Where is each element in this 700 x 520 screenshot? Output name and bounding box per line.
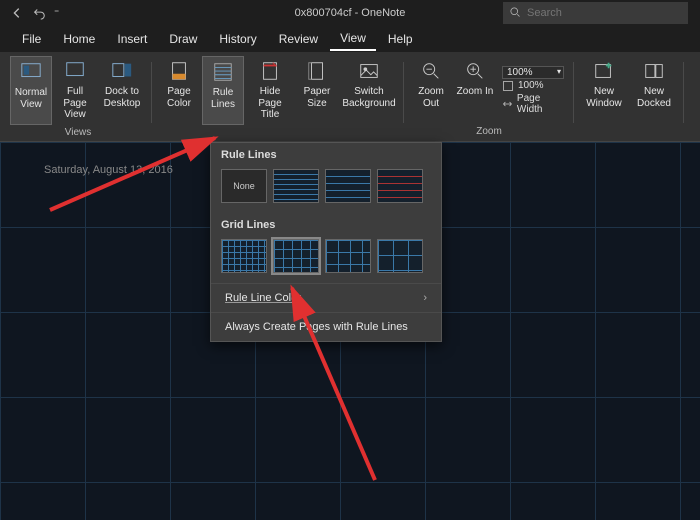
zoom-in-label: Zoom In	[457, 86, 494, 98]
zoom-out-icon	[420, 60, 442, 82]
zoom-out-button[interactable]: Zoom Out	[410, 56, 452, 124]
search-input[interactable]	[527, 7, 682, 19]
zoom-out-label: Zoom Out	[412, 86, 450, 109]
grid-large-option[interactable]	[325, 239, 371, 273]
new-window-icon	[593, 60, 615, 82]
chevron-right-icon: ›	[423, 292, 427, 304]
title-bar: ⁼ 0x800704cf - OneNote	[0, 0, 700, 26]
pagesetup-group-label	[277, 125, 280, 142]
dock-to-desktop-button[interactable]: Dock to Desktop	[98, 56, 146, 125]
new-docked-window-button[interactable]: New Docked	[630, 56, 678, 124]
new-window-button[interactable]: New Window	[580, 56, 628, 124]
zoom-100-button[interactable]: 100%	[502, 80, 564, 92]
papersize-icon	[306, 60, 328, 82]
page-color-label: Page Color	[160, 86, 198, 109]
page-color-button[interactable]: Page Color	[158, 56, 200, 125]
normal-view-button[interactable]: Normal View	[10, 56, 52, 125]
paper-size-button[interactable]: Paper Size	[296, 56, 338, 125]
switch-background-button[interactable]: Switch Background	[340, 56, 398, 125]
ribbon-group-pagesetup: Page Color Rule Lines Hide Page Title Pa…	[152, 56, 404, 141]
window-group-label	[628, 124, 631, 141]
fullpage-icon	[64, 60, 86, 82]
normal-view-icon	[20, 61, 42, 83]
back-icon[interactable]	[10, 6, 24, 20]
views-group-label: Views	[65, 125, 92, 142]
hidetitle-icon	[259, 60, 281, 82]
menu-file[interactable]: File	[12, 28, 51, 50]
zoom-presets: 100% 100% Page Width	[498, 56, 568, 124]
page-color-icon	[168, 60, 190, 82]
rule-narrow-option[interactable]	[273, 169, 319, 203]
grid-small-option[interactable]	[221, 239, 267, 273]
zoom-in-button[interactable]: Zoom In	[454, 56, 496, 124]
zoom-percent-select[interactable]: 100%	[502, 66, 564, 79]
zoom-group-label: Zoom	[476, 124, 502, 141]
grid-medium-option[interactable]	[273, 239, 319, 273]
ribbon: Normal View Full Page View Dock to Deskt…	[0, 52, 700, 142]
rule-college-option[interactable]	[325, 169, 371, 203]
rulelines-icon	[212, 61, 234, 83]
rule-none-option[interactable]: None	[221, 169, 267, 203]
full-page-view-label: Full Page View	[56, 86, 94, 121]
rule-lines-heading: Rule Lines	[211, 143, 441, 165]
ribbon-group-zoom: Zoom Out Zoom In 100% 100% Page Width Zo…	[404, 56, 574, 141]
menu-draw[interactable]: Draw	[159, 28, 207, 50]
new-docked-icon	[643, 60, 665, 82]
menu-insert[interactable]: Insert	[107, 28, 157, 50]
rule-line-color-menu[interactable]: Rule Line Color ›	[211, 283, 441, 312]
menu-history[interactable]: History	[209, 28, 266, 50]
ribbon-group-window: New Window New Docked	[574, 56, 684, 141]
switch-background-label: Switch Background	[342, 86, 396, 109]
page-date: Saturday, August 13, 2016	[44, 164, 173, 176]
zoom-in-icon	[464, 60, 486, 82]
rule-line-color-label: Rule Line Color	[225, 292, 301, 304]
full-page-view-button[interactable]: Full Page View	[54, 56, 96, 125]
menu-home[interactable]: Home	[53, 28, 105, 50]
new-window-label: New Window	[582, 86, 626, 109]
page-width-button[interactable]: Page Width	[502, 93, 564, 115]
always-create-label: Always Create Pages with Rule Lines	[225, 321, 408, 333]
qat-overflow-icon[interactable]: ⁼	[54, 8, 59, 19]
rule-lines-dropdown: Rule Lines None Grid Lines Rule Line Col…	[210, 142, 442, 342]
menu-view[interactable]: View	[330, 27, 376, 51]
rule-lines-label: Rule Lines	[205, 87, 241, 110]
dock-icon	[111, 60, 133, 82]
menu-bar: File Home Insert Draw History Review Vie…	[0, 26, 700, 52]
ribbon-group-views: Normal View Full Page View Dock to Deskt…	[4, 56, 152, 141]
new-docked-label: New Docked	[632, 86, 676, 109]
undo-icon[interactable]	[32, 6, 46, 20]
search-icon	[509, 6, 521, 21]
search-box[interactable]	[503, 2, 688, 24]
menu-help[interactable]: Help	[378, 28, 423, 50]
paper-size-label: Paper Size	[298, 86, 336, 109]
rule-lines-button[interactable]: Rule Lines	[202, 56, 244, 125]
menu-review[interactable]: Review	[269, 28, 328, 50]
rule-standard-option[interactable]	[377, 169, 423, 203]
grid-lines-heading: Grid Lines	[211, 213, 441, 235]
always-create-rule-lines-toggle[interactable]: Always Create Pages with Rule Lines	[211, 312, 441, 341]
dock-to-desktop-label: Dock to Desktop	[100, 86, 144, 109]
normal-view-label: Normal View	[13, 87, 49, 110]
grid-xlarge-option[interactable]	[377, 239, 423, 273]
hide-page-title-label: Hide Page Title	[248, 86, 292, 121]
hide-page-title-button[interactable]: Hide Page Title	[246, 56, 294, 125]
switchbg-icon	[358, 60, 380, 82]
